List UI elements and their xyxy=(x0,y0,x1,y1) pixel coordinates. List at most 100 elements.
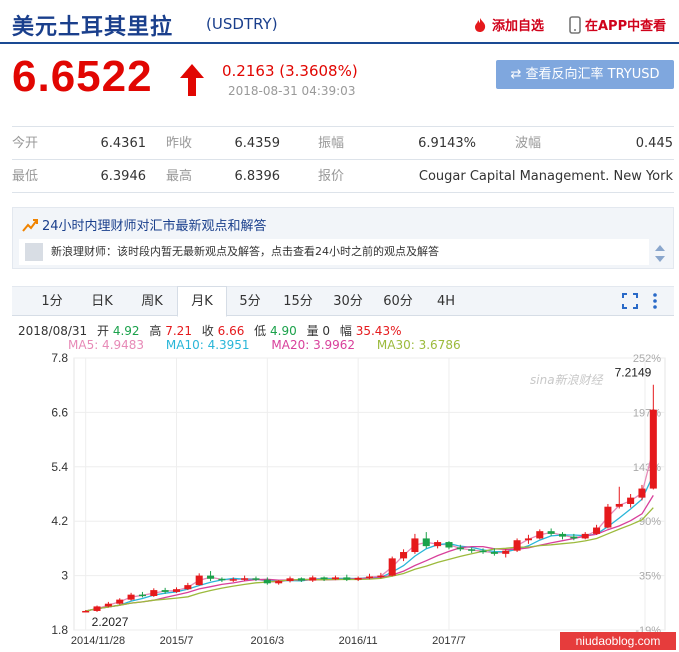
y-tick-label: 6.6 xyxy=(51,405,68,419)
stat-value-amplitude: 6.9143% xyxy=(418,136,476,151)
price-change: 0.2163 (3.3608%) xyxy=(222,62,358,80)
amplitude-label: 幅 xyxy=(339,324,352,338)
volume-label: 量 xyxy=(306,324,319,338)
tab-15min[interactable]: 15分 xyxy=(278,287,318,316)
tab-60min[interactable]: 60分 xyxy=(378,287,418,316)
tab-30min[interactable]: 30分 xyxy=(328,287,368,316)
more-icon[interactable] xyxy=(652,292,658,314)
y-tick-label: 5.4 xyxy=(51,460,68,474)
up-arrow-icon xyxy=(178,62,206,102)
stat-value-range: 0.445 xyxy=(635,136,673,151)
high-value: 7.21 xyxy=(165,324,192,338)
candle-body xyxy=(558,533,567,537)
low-marker-label: 2.2027 xyxy=(92,615,129,629)
x-tick-label: 2016/3 xyxy=(250,635,284,647)
candle-body xyxy=(116,599,124,604)
stat-label-quote-source: 报价 xyxy=(318,169,345,184)
stat-value-prev-close: 6.4359 xyxy=(234,136,281,151)
candle-body xyxy=(93,606,101,611)
candle-body xyxy=(434,542,442,547)
ma-line-0 xyxy=(85,448,654,612)
tab-monthly[interactable]: 月K xyxy=(177,286,227,317)
open-label: 开 xyxy=(97,324,110,338)
ma-line-3 xyxy=(85,507,654,612)
candle-body xyxy=(229,579,237,581)
symbol-label: (USDTRY) xyxy=(206,15,278,33)
reverse-rate-button[interactable]: ⇄ 查看反向汇率 TRYUSD xyxy=(496,60,674,89)
candle-body xyxy=(400,552,408,559)
candle-body xyxy=(127,594,135,600)
pct-tick-label: 90% xyxy=(639,516,661,528)
candle-body xyxy=(479,550,487,553)
advisor-heading-text: 24小时内理财师对汇市最新观点和解答 xyxy=(42,219,267,234)
candle-body xyxy=(207,575,215,579)
trend-icon xyxy=(22,219,38,232)
tab-weekly[interactable]: 周K xyxy=(132,287,172,316)
stat-label-range: 波幅 xyxy=(515,136,542,151)
candle-body xyxy=(104,603,112,607)
candle-body xyxy=(354,577,362,580)
stat-label-low: 最低 xyxy=(12,169,39,184)
y-tick-label: 1.8 xyxy=(51,623,68,637)
advisor-message-text: 新浪理财师：该时段内暂无最新观点及解答，点击查看24小时之前的观点及解答 xyxy=(51,245,439,258)
candle-body xyxy=(286,578,294,582)
volume-value: 0 xyxy=(322,324,331,338)
candle-body xyxy=(275,581,283,584)
candle-body xyxy=(241,578,249,580)
candle-body xyxy=(547,531,555,534)
stats-table: 今开 6.4361 昨收 6.4359 振幅 6.9143% 波幅 0.445 … xyxy=(12,126,674,193)
view-in-app-button[interactable]: 在APP中查看 xyxy=(569,15,666,38)
high-marker-label: 7.2149 xyxy=(615,366,652,380)
candle-body xyxy=(627,497,635,504)
candle-body xyxy=(263,579,271,584)
phone-icon xyxy=(569,15,581,38)
scroll-up-icon[interactable] xyxy=(655,245,665,251)
stat-value-high: 6.8396 xyxy=(234,169,281,184)
quote-timestamp: 2018-08-31 04:39:03 xyxy=(228,84,356,98)
avatar xyxy=(25,243,43,261)
fullscreen-icon[interactable] xyxy=(622,293,638,313)
candle-body xyxy=(195,575,203,586)
candle-body xyxy=(138,594,146,597)
candle-body xyxy=(343,577,351,580)
tab-1min[interactable]: 1分 xyxy=(32,287,72,316)
candle-body xyxy=(184,585,192,590)
candle-body xyxy=(615,503,623,507)
candle-body xyxy=(172,589,181,592)
advisor-panel: 24小时内理财师对汇市最新观点和解答 新浪理财师：该时段内暂无最新观点及解答，点… xyxy=(12,207,674,269)
x-tick-label: 2017/7 xyxy=(432,635,466,647)
ohlc-date: 2018/08/31 xyxy=(18,324,88,338)
candle-body xyxy=(218,578,226,581)
chart-period-tabs: 1分 日K 周K 月K 5分 15分 30分 60分 4H xyxy=(12,286,674,317)
amplitude-value: 35.43% xyxy=(355,324,402,338)
candle-body xyxy=(252,578,260,580)
ma-line-2 xyxy=(85,495,654,612)
pct-tick-label: 197% xyxy=(633,407,661,419)
candle-body xyxy=(638,488,646,498)
candle-body xyxy=(593,527,601,534)
candle-body xyxy=(365,576,374,579)
page-title: 美元土耳其里拉 xyxy=(12,15,174,40)
candle-body xyxy=(411,538,419,553)
advisor-message[interactable]: 新浪理财师：该时段内暂无最新观点及解答，点击查看24小时之前的观点及解答 xyxy=(19,239,649,265)
x-tick-label: 2016/11 xyxy=(339,635,378,647)
view-in-app-label: 在APP中查看 xyxy=(585,19,667,34)
candle-body xyxy=(422,538,430,547)
candle-body xyxy=(309,577,317,581)
candlestick-chart[interactable]: 7.86.65.44.231.8252%197%143%90%35%-19%20… xyxy=(0,350,679,652)
stat-value-open: 6.4361 xyxy=(100,136,147,151)
scroll-down-icon[interactable] xyxy=(655,256,665,262)
stat-label-amplitude: 振幅 xyxy=(318,136,345,151)
current-price: 6.6522 xyxy=(12,52,153,101)
high-label: 高 xyxy=(149,324,162,338)
tab-5min[interactable]: 5分 xyxy=(230,287,270,316)
candle-body xyxy=(331,577,339,580)
advisor-heading[interactable]: 24小时内理财师对汇市最新观点和解答 xyxy=(21,215,267,234)
add-watchlist-button[interactable]: 添加自选 xyxy=(472,15,544,37)
tab-4h[interactable]: 4H xyxy=(426,287,466,316)
low-label: 低 xyxy=(254,324,267,338)
candle-body xyxy=(513,540,521,551)
candle-body xyxy=(604,506,612,528)
tab-daily[interactable]: 日K xyxy=(82,287,122,316)
flame-icon xyxy=(472,17,488,37)
